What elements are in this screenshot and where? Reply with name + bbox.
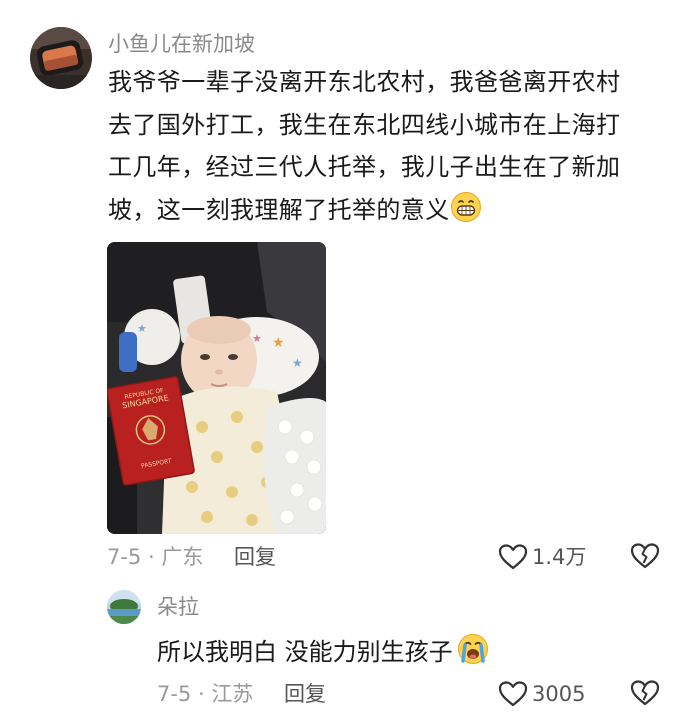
comment-line: 工几年，经过三代人托举，我儿子出生在了新加 [108,153,621,181]
reply-like-button[interactable]: 3005 [498,679,585,709]
svg-text:★: ★ [272,335,285,351]
comment-line: 我爷爷一辈子没离开东北农村，我爸爸离开农村 [108,68,621,96]
comment-photo[interactable]: ★ ★ ★ ★ REPUBLIC OF SINGAPORE PASSPORT [107,242,326,534]
loudly-crying-face-icon [457,633,489,674]
comment-dislike-button[interactable] [630,542,660,570]
svg-text:★: ★ [137,322,147,335]
comment-body: 我爷爷一辈子没离开东北农村，我爸爸离开农村 去了国外打工，我生在东北四线小城市在… [108,61,668,236]
comment-reply-button[interactable]: 回复 [234,544,276,570]
reply-dislike-button[interactable] [630,679,660,707]
comment-line: 坡，这一刻我理解了托举的意义 [108,195,450,224]
svg-text:★: ★ [292,356,303,370]
comment-like-button[interactable]: 1.4万 [498,542,586,572]
reply-like-count: 3005 [532,682,586,706]
replier-username[interactable]: 朵拉 [157,594,199,620]
replier-avatar[interactable] [107,590,141,624]
broken-heart-icon [630,680,660,711]
comment-date-location: 7-5 · 广东 [107,545,204,569]
grinning-face-icon [450,191,482,237]
heart-icon [498,680,528,708]
heart-icon [498,543,528,571]
comment-like-count: 1.4万 [532,545,587,569]
broken-heart-icon [630,543,660,574]
commenter-avatar[interactable] [30,27,92,89]
reply-body: 所以我明白 没能力别生孩子 [157,633,489,674]
reply-text: 所以我明白 没能力别生孩子 [157,638,453,666]
commenter-username[interactable]: 小鱼儿在新加坡 [108,31,255,57]
comment-line-last: 坡，这一刻我理解了托举的意义 [108,189,668,237]
reply-date-location: 7-5 · 江苏 [157,682,254,706]
comment-line: 去了国外打工，我生在东北四线小城市在上海打 [108,110,621,139]
reply-reply-button[interactable]: 回复 [284,681,326,707]
